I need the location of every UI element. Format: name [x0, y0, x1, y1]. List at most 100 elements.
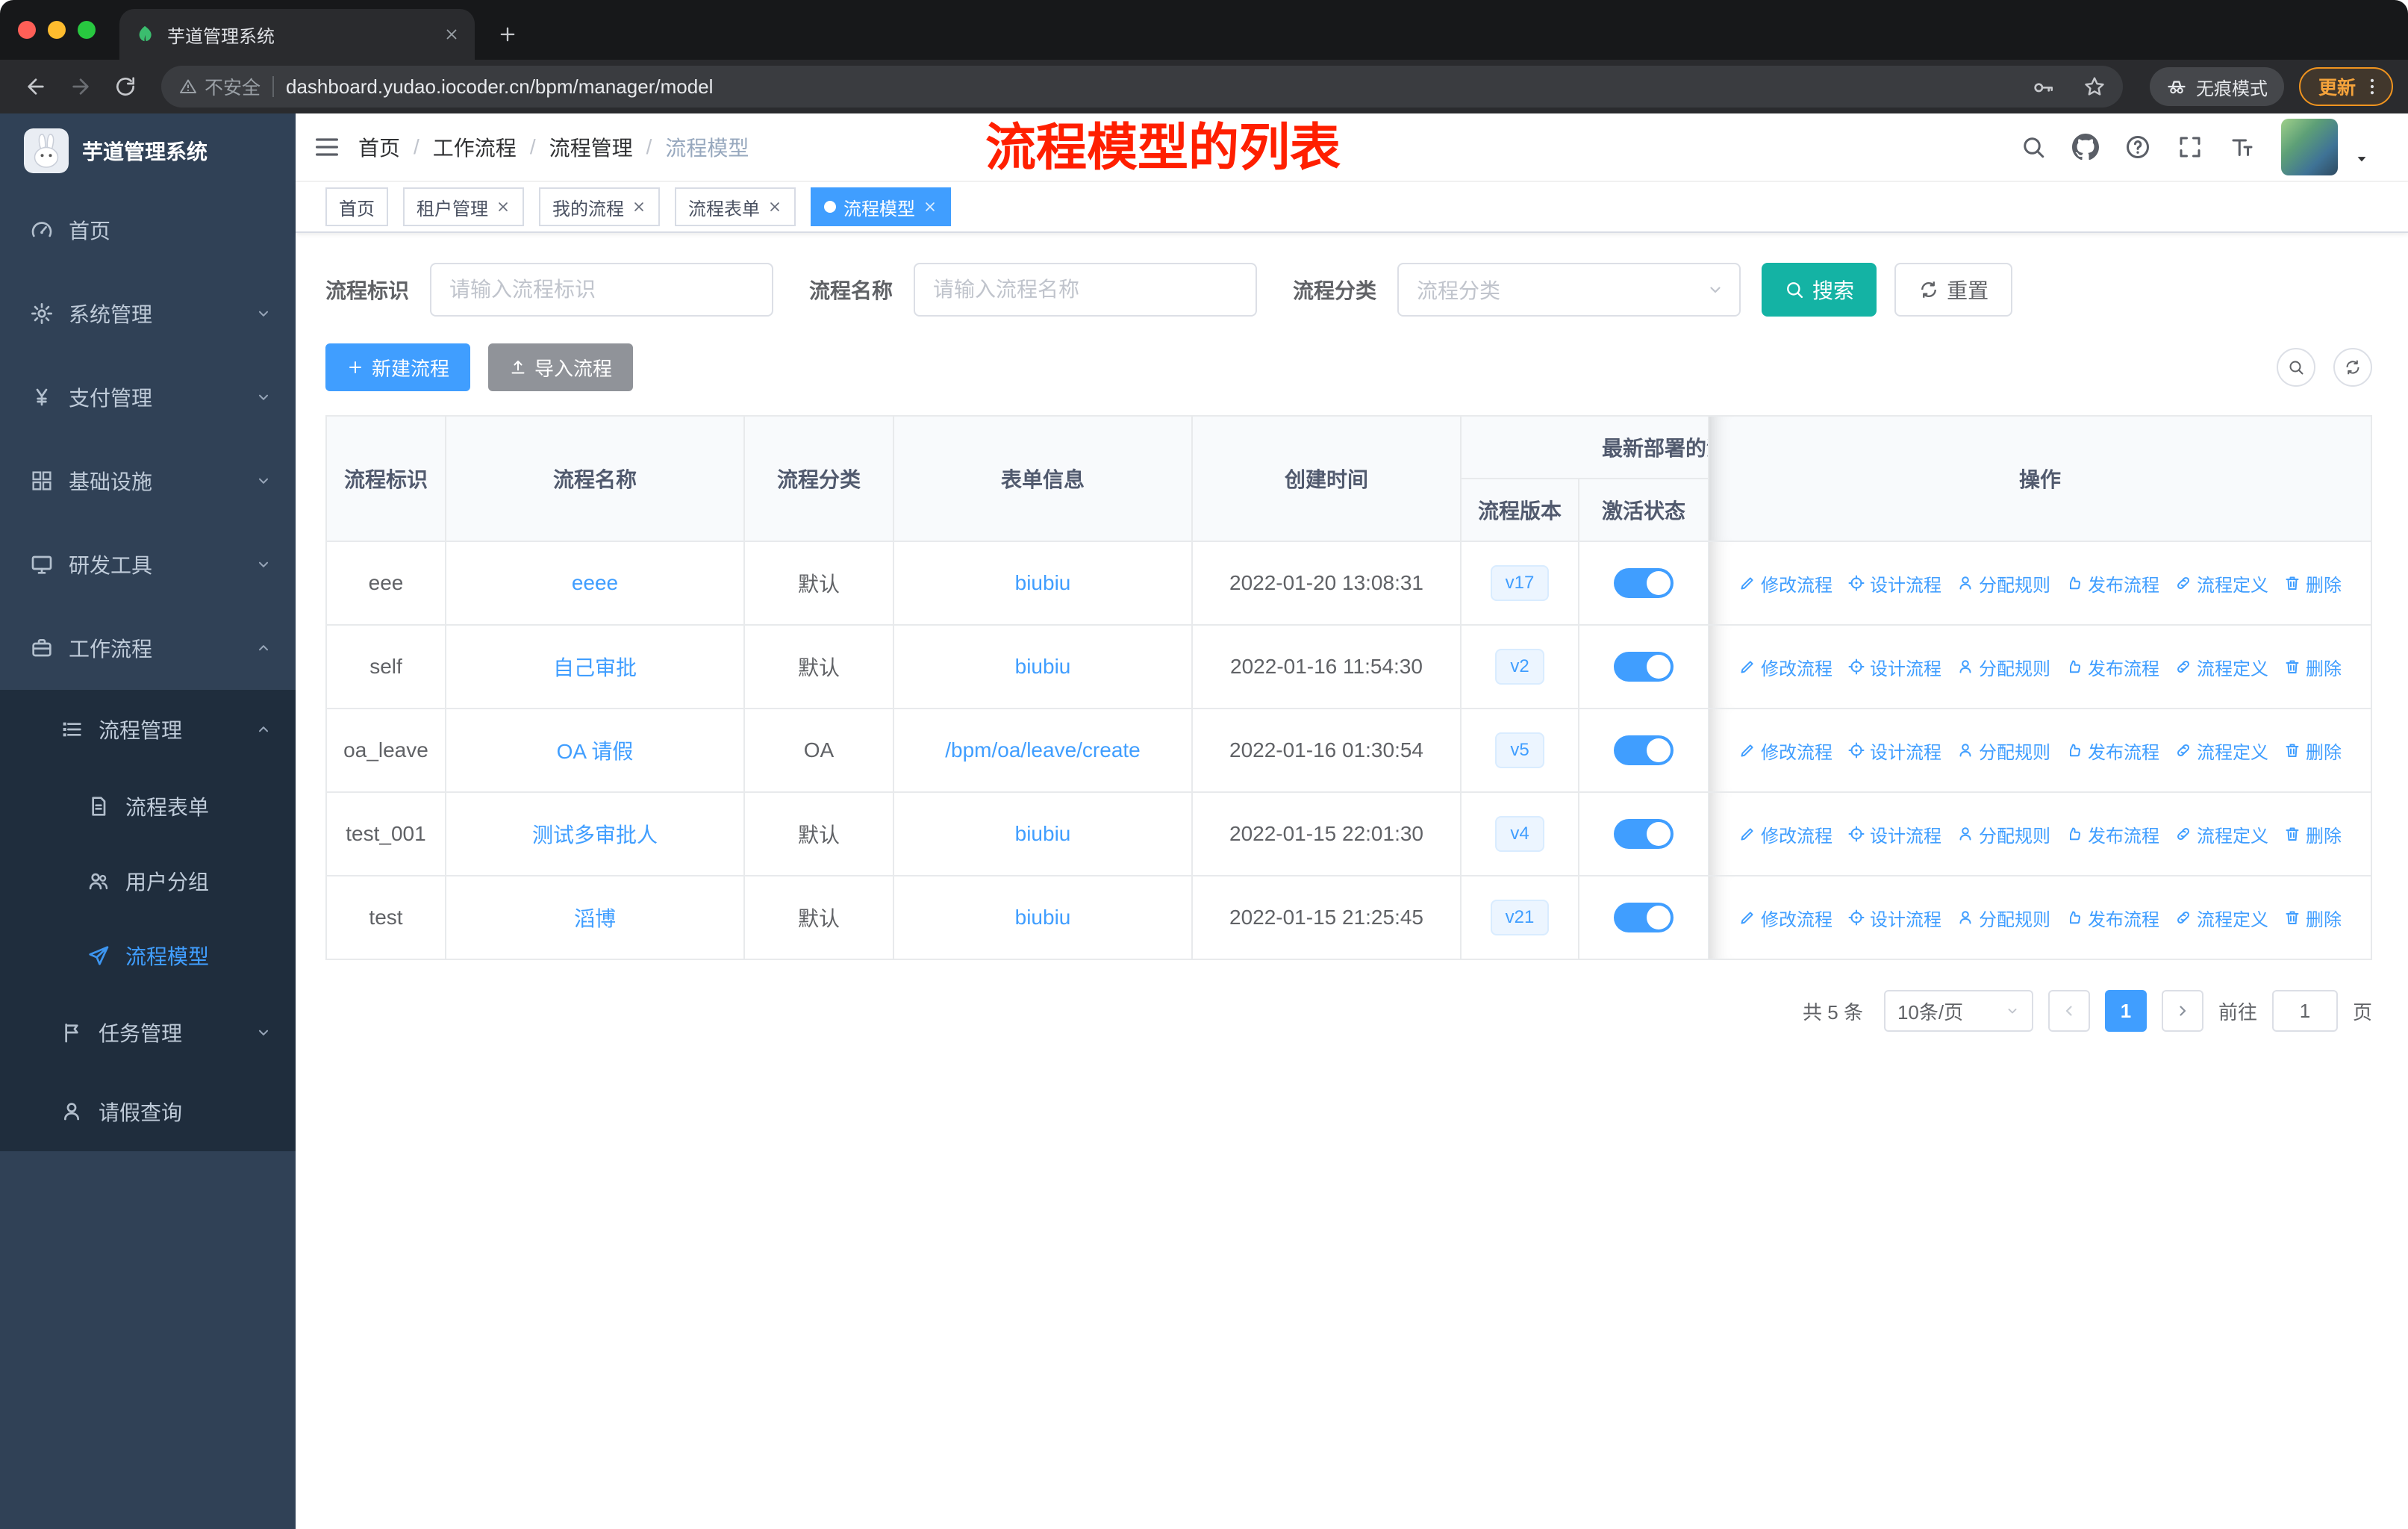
modify-process-link[interactable]: 修改流程 [1738, 821, 1832, 847]
assign-rule-link[interactable]: 分配规则 [1956, 738, 2050, 764]
reload-button[interactable] [105, 66, 146, 108]
menu-kebab-icon[interactable] [2362, 76, 2383, 97]
fullscreen-icon[interactable] [2177, 134, 2203, 161]
sidebar-item-leave-query[interactable]: 请假查询 [0, 1072, 296, 1151]
sidebar-item-system-management[interactable]: 系统管理 [0, 272, 296, 355]
form-info-link[interactable]: biubiu [1015, 655, 1071, 678]
modify-process-link[interactable]: 修改流程 [1738, 570, 1832, 597]
tag-close-icon[interactable] [767, 199, 782, 214]
tag-process-model[interactable]: 流程模型 [811, 187, 951, 226]
delete-link[interactable]: 删除 [2283, 654, 2342, 680]
search-button[interactable]: 搜索 [1762, 263, 1877, 317]
process-definition-link[interactable]: 流程定义 [2174, 821, 2268, 847]
form-info-link[interactable]: biubiu [1015, 571, 1071, 594]
update-button[interactable]: 更新 [2298, 67, 2393, 106]
toggle-search-button[interactable] [2277, 348, 2315, 387]
active-toggle[interactable] [1614, 903, 1674, 932]
tag-process-form[interactable]: 流程表单 [675, 187, 796, 226]
publish-process-link[interactable]: 发布流程 [2065, 738, 2159, 764]
process-definition-link[interactable]: 流程定义 [2174, 570, 2268, 597]
window-minimize-button[interactable] [48, 21, 66, 39]
tag-my-process[interactable]: 我的流程 [539, 187, 660, 226]
active-toggle[interactable] [1614, 735, 1674, 765]
tag-close-icon[interactable] [923, 199, 938, 214]
sidebar-item-home[interactable]: 首页 [0, 188, 296, 272]
active-toggle[interactable] [1614, 819, 1674, 849]
import-process-button[interactable]: 导入流程 [488, 343, 634, 391]
publish-process-link[interactable]: 发布流程 [2065, 905, 2159, 931]
modify-process-link[interactable]: 修改流程 [1738, 738, 1832, 764]
assign-rule-link[interactable]: 分配规则 [1956, 654, 2050, 680]
process-definition-link[interactable]: 流程定义 [2174, 905, 2268, 931]
form-info-link[interactable]: biubiu [1015, 822, 1071, 845]
form-info-link[interactable]: biubiu [1015, 906, 1071, 929]
password-key-icon[interactable] [2032, 75, 2056, 99]
process-name-link[interactable]: 自己审批 [553, 656, 637, 679]
sidebar-item-user-group[interactable]: 用户分组 [0, 844, 296, 918]
sidebar-item-process-model[interactable]: 流程模型 [0, 918, 296, 993]
tab-close-icon[interactable] [443, 26, 460, 43]
browser-tab[interactable]: 芋道管理系统 [119, 9, 475, 60]
github-icon[interactable] [2072, 134, 2099, 161]
page-size-select[interactable]: 10条/页 [1883, 990, 2033, 1032]
process-name-link[interactable]: eeee [572, 571, 618, 594]
address-bar[interactable]: 不安全 dashboard.yudao.iocoder.cn/bpm/manag… [161, 66, 2123, 108]
process-name-link[interactable]: 测试多审批人 [532, 823, 658, 847]
next-page-button[interactable] [2161, 990, 2203, 1032]
prev-page-button[interactable] [2047, 990, 2090, 1032]
delete-link[interactable]: 删除 [2283, 570, 2342, 597]
sidebar-item-payment-management[interactable]: 支付管理 [0, 355, 296, 439]
tag-tenant-management[interactable]: 租户管理 [403, 187, 524, 226]
breadcrumb-item-1[interactable]: 工作流程 [433, 132, 517, 162]
window-close-button[interactable] [18, 21, 36, 39]
breadcrumb-item-0[interactable]: 首页 [358, 132, 400, 162]
design-process-link[interactable]: 设计流程 [1847, 738, 1941, 764]
design-process-link[interactable]: 设计流程 [1847, 570, 1941, 597]
hamburger-icon[interactable] [296, 113, 358, 181]
modify-process-link[interactable]: 修改流程 [1738, 905, 1832, 931]
sidebar-item-process-management[interactable]: 流程管理 [0, 690, 296, 769]
category-select[interactable]: 流程分类 [1397, 263, 1741, 317]
tag-home[interactable]: 首页 [325, 187, 388, 226]
security-warning[interactable]: 不安全 [179, 73, 261, 100]
sidebar-item-infrastructure[interactable]: 基础设施 [0, 439, 296, 523]
modify-process-link[interactable]: 修改流程 [1738, 654, 1832, 680]
search-icon[interactable] [2020, 134, 2047, 161]
forward-button[interactable] [60, 66, 102, 108]
process-definition-link[interactable]: 流程定义 [2174, 738, 2268, 764]
breadcrumb-item-2[interactable]: 流程管理 [549, 132, 633, 162]
form-info-link[interactable]: /bpm/oa/leave/create [945, 738, 1141, 762]
create-process-button[interactable]: 新建流程 [325, 343, 471, 391]
design-process-link[interactable]: 设计流程 [1847, 654, 1941, 680]
bookmark-star-icon[interactable] [2083, 75, 2106, 99]
publish-process-link[interactable]: 发布流程 [2065, 570, 2159, 597]
tag-close-icon[interactable] [496, 199, 511, 214]
goto-page-input[interactable] [2271, 990, 2338, 1032]
back-button[interactable] [15, 66, 57, 108]
font-size-icon[interactable] [2229, 134, 2256, 161]
user-avatar[interactable] [2281, 119, 2338, 175]
sidebar-item-dev-tools[interactable]: 研发工具 [0, 523, 296, 606]
delete-link[interactable]: 删除 [2283, 905, 2342, 931]
sidebar-item-task-management[interactable]: 任务管理 [0, 993, 296, 1072]
tag-close-icon[interactable] [631, 199, 646, 214]
delete-link[interactable]: 删除 [2283, 821, 2342, 847]
publish-process-link[interactable]: 发布流程 [2065, 654, 2159, 680]
new-tab-button[interactable] [487, 13, 528, 55]
sidebar-item-workflow[interactable]: 工作流程 [0, 606, 296, 690]
process-name-input[interactable] [914, 263, 1258, 317]
active-toggle[interactable] [1614, 652, 1674, 682]
active-toggle[interactable] [1614, 568, 1674, 598]
process-definition-link[interactable]: 流程定义 [2174, 654, 2268, 680]
sidebar-item-process-form[interactable]: 流程表单 [0, 769, 296, 844]
assign-rule-link[interactable]: 分配规则 [1956, 821, 2050, 847]
publish-process-link[interactable]: 发布流程 [2065, 821, 2159, 847]
assign-rule-link[interactable]: 分配规则 [1956, 905, 2050, 931]
process-key-input[interactable] [430, 263, 774, 317]
assign-rule-link[interactable]: 分配规则 [1956, 570, 2050, 597]
process-name-link[interactable]: OA 请假 [557, 740, 634, 763]
sidebar-logo[interactable]: 芋道管理系统 [0, 113, 296, 188]
refresh-table-button[interactable] [2333, 348, 2372, 387]
reset-button[interactable]: 重置 [1894, 263, 2013, 317]
design-process-link[interactable]: 设计流程 [1847, 905, 1941, 931]
